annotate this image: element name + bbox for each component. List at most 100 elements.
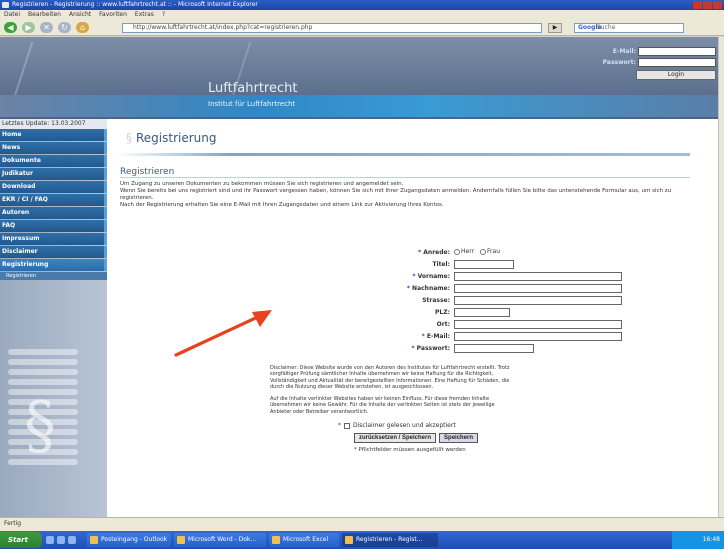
form-buttons: zurücksetzen / Speichern Speichern [354, 433, 479, 443]
close-icon[interactable] [713, 1, 722, 9]
nachname-input[interactable] [454, 284, 622, 293]
agree-checkbox[interactable] [344, 422, 350, 429]
browser-window: Registrieren - Registrierung :: www.luft… [0, 0, 724, 549]
strasse-label: Strasse: [422, 297, 450, 304]
vertical-scrollbar[interactable] [718, 37, 724, 517]
stop-icon[interactable]: ✕ [40, 22, 53, 33]
sidebar-item-download[interactable]: Download [0, 181, 107, 193]
menu-help[interactable]: ? [162, 10, 165, 20]
email-field[interactable] [454, 332, 622, 341]
address-bar[interactable]: http://www.luftfahrtrecht.at/index.php?c… [122, 23, 542, 33]
agree-label: Disclaimer gelesen und akzeptiert [353, 422, 456, 429]
intro-text: Um Zugang zu unseren Dokumenten zu bekom… [120, 181, 694, 209]
sidebar-item-faq[interactable]: FAQ [0, 220, 107, 232]
sidebar-subitem-registrieren[interactable]: Registrieren [0, 272, 107, 280]
anrede-herr[interactable]: Herr [454, 248, 474, 255]
minimize-icon[interactable] [693, 1, 702, 9]
site-subtitle: Institut für Luftfahrtrecht [208, 100, 296, 108]
form-row-nachname: * Nachname: [216, 283, 636, 295]
sidebar-item-autoren[interactable]: Autoren [0, 207, 107, 219]
task-word[interactable]: Microsoft Word - Dok... [174, 533, 266, 547]
title-bar: Registrieren - Registrierung :: www.luft… [0, 0, 724, 10]
sidebar-item-news[interactable]: News [0, 142, 107, 154]
window-controls [693, 1, 722, 9]
start-button[interactable]: Start [0, 532, 42, 548]
login-button[interactable]: Login [636, 70, 716, 80]
ort-label: Ort: [436, 321, 450, 328]
menu-file[interactable]: Datei [4, 10, 20, 20]
menu-view[interactable]: Ansicht [69, 10, 91, 20]
menu-edit[interactable]: Bearbeiten [28, 10, 61, 20]
form-row-strasse: Strasse: [216, 295, 636, 307]
titel-input[interactable] [454, 260, 514, 269]
save-button[interactable]: Speichern [439, 433, 479, 443]
menu-favorites[interactable]: Favoriten [99, 10, 127, 20]
disclaimer-paragraph: Disclaimer: Diese Website wurde von den … [270, 365, 510, 390]
sidebar-item-ekr[interactable]: EKR / CI / FAQ [0, 194, 107, 206]
passwort-label: * Passwort: [411, 345, 450, 352]
menu-tools[interactable]: Extras [135, 10, 154, 20]
site-banner: Luftfahrtrecht Institut für Luftfahrtrec… [0, 37, 718, 119]
home-icon[interactable]: ⌂ [76, 22, 89, 33]
plz-label: PLZ: [435, 309, 450, 316]
task-outlook[interactable]: Posteingang - Outlook [87, 533, 171, 547]
form-row-anrede: * Anrede: Herr Frau [216, 247, 636, 259]
radio-herr[interactable] [454, 248, 460, 255]
agree-row: * Disclaimer gelesen und akzeptiert [338, 422, 456, 429]
anrede-label: * Anrede: [418, 249, 450, 256]
sidebar-item-home[interactable]: Home [0, 129, 107, 141]
status-bar: Fertig [0, 517, 724, 531]
desktop-icon[interactable] [46, 536, 54, 544]
sidebar-item-judikatur[interactable]: Judikatur [0, 168, 107, 180]
intro-line: Um Zugang zu unseren Dokumenten zu bekom… [120, 181, 404, 187]
google-search-field[interactable]: Google Suche [574, 23, 684, 33]
strasse-input[interactable] [454, 296, 622, 305]
disclaimer-text: Disclaimer: Diese Website wurde von den … [270, 365, 510, 421]
page-title-text: Registrierung [136, 131, 217, 145]
anrede-frau[interactable]: Frau [480, 248, 500, 255]
maximize-icon[interactable] [703, 1, 712, 9]
system-tray: 16:48 [672, 531, 724, 549]
intro-line: Nach der Registrierung erhalten Sie eine… [120, 202, 444, 208]
sidebar: Letztes Update: 13.03.2007 Home News Dok… [0, 119, 107, 517]
sidebar-item-disclaimer[interactable]: Disclaimer [0, 246, 107, 258]
ort-input[interactable] [454, 320, 622, 329]
form-row-vorname: * Vorname: [216, 271, 636, 283]
sidebar-item-impressum[interactable]: Impressum [0, 233, 107, 245]
sidebar-item-registrierung[interactable]: Registrierung [0, 259, 107, 271]
vorname-input[interactable] [454, 272, 622, 281]
required-note: * Pflichtfelder müssen ausgefüllt werden [354, 447, 466, 453]
back-icon[interactable]: ◀ [4, 22, 17, 33]
window-title: Registrieren - Registrierung :: www.luft… [12, 1, 258, 8]
form-row-ort: Ort: [216, 319, 636, 331]
passwort-input[interactable] [454, 344, 534, 353]
banner-strip [0, 95, 718, 117]
login-password-input[interactable] [638, 58, 716, 67]
reset-button[interactable]: zurücksetzen / Speichern [354, 433, 437, 443]
intro-line: Wenn Sie bereits bei uns registriert sin… [120, 188, 672, 201]
vorname-label: * Vorname: [412, 273, 450, 280]
login-email-input[interactable] [638, 47, 716, 56]
section-title: Registrieren [120, 167, 175, 177]
anrede-options: Herr Frau [454, 248, 500, 255]
form-row-titel: Titel: [216, 259, 636, 271]
radio-frau[interactable] [480, 248, 487, 255]
ie-icon [2, 2, 9, 8]
refresh-icon[interactable]: ↻ [58, 22, 71, 33]
task-excel[interactable]: Microsoft Excel [269, 533, 339, 547]
paragraph-decoration: § [8, 349, 78, 499]
ie-quick-icon[interactable] [57, 536, 65, 544]
quick-launch [42, 536, 84, 544]
plz-input[interactable] [454, 308, 510, 317]
go-button[interactable]: ▶ [548, 23, 562, 33]
site-brand: Luftfahrtrecht [208, 81, 298, 96]
sidebar-item-dokumente[interactable]: Dokumente [0, 155, 107, 167]
outlook-icon[interactable] [68, 536, 76, 544]
taskbar: Start Posteingang - Outlook Microsoft Wo… [0, 531, 724, 549]
page-title: § Registrierung [126, 131, 217, 145]
forward-icon[interactable]: ▶ [22, 22, 35, 33]
task-registrieren[interactable]: Registrieren - Regist... [342, 533, 438, 547]
last-update: Letztes Update: 13.03.2007 [0, 119, 107, 129]
registration-form: * Anrede: Herr Frau Titel: * Vorname: * … [216, 247, 636, 355]
disclaimer-paragraph: Auf die Inhalte verlinkter Websites habe… [270, 396, 495, 415]
